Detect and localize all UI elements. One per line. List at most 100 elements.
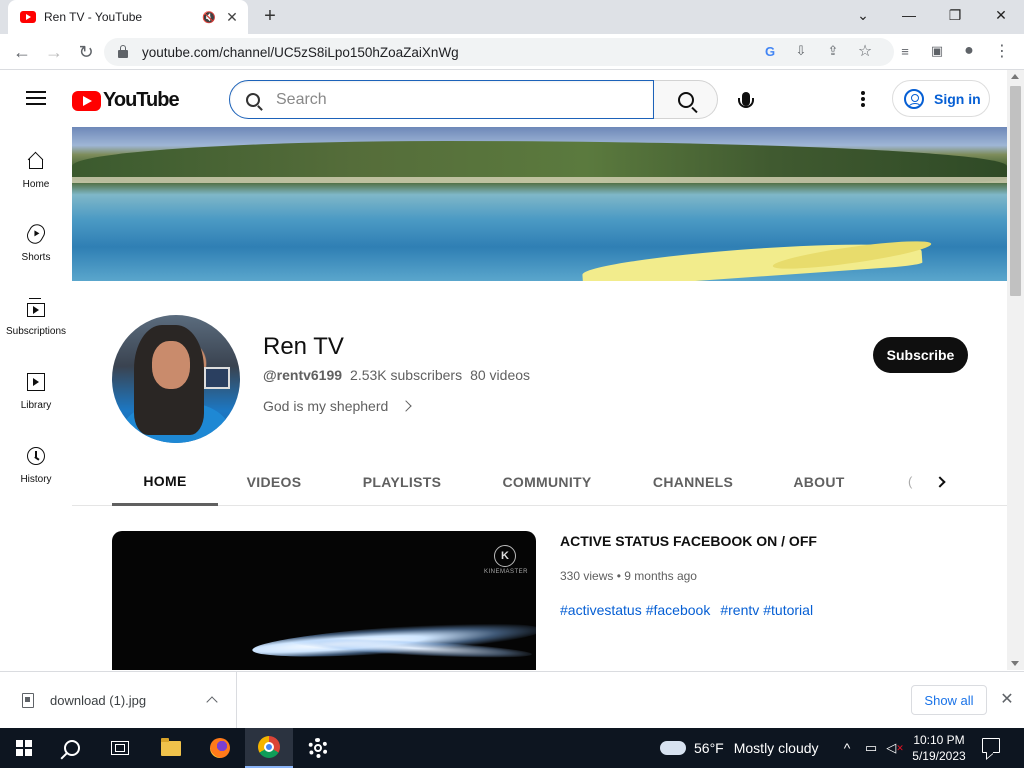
tab-about[interactable]: ABOUT: [784, 458, 854, 506]
scroll-down-arrow-icon[interactable]: [1011, 661, 1019, 666]
banner-shoreline: [72, 177, 1007, 183]
minimize-button[interactable]: —: [886, 0, 932, 30]
sign-in-button[interactable]: Sign in: [892, 80, 990, 117]
channel-description[interactable]: God is my shepherd: [263, 398, 412, 414]
tab-videos[interactable]: VIDEOS: [234, 458, 314, 506]
start-button[interactable]: [0, 728, 48, 768]
windows-taskbar: 56°F Mostly cloudy ^ ▭ ◁ ✕ 10:10 PM 5/19/…: [0, 728, 1024, 768]
profile-icon[interactable]: ●: [959, 41, 979, 61]
subscribe-button[interactable]: Subscribe: [873, 337, 968, 373]
show-all-downloads-button[interactable]: Show all: [911, 685, 987, 715]
shorts-icon-wrap: [24, 221, 48, 247]
featured-video-title[interactable]: ACTIVE STATUS FACEBOOK ON / OFF: [560, 533, 817, 549]
avatar-background-screen: [204, 367, 230, 389]
channel-tabs: HOME VIDEOS PLAYLISTS COMMUNITY CHANNELS…: [72, 458, 1007, 506]
reading-list-icon[interactable]: ≡: [895, 41, 915, 61]
page-scrollbar[interactable]: [1007, 70, 1024, 670]
hashtag-link[interactable]: #rentv: [720, 602, 759, 618]
guide-menu-icon[interactable]: [26, 91, 46, 105]
search-input[interactable]: [276, 90, 616, 109]
tab-community[interactable]: COMMUNITY: [492, 458, 602, 506]
notification-center-icon[interactable]: [982, 738, 1000, 753]
youtube-logo[interactable]: YouTube: [72, 89, 180, 112]
featured-video-player[interactable]: K KINEMASTER: [112, 531, 536, 670]
youtube-play-icon: [72, 90, 101, 111]
browser-tab[interactable]: Ren TV - YouTube 🔇 ✕: [8, 0, 248, 34]
back-button[interactable]: ←: [10, 40, 34, 64]
taskbar-search-button[interactable]: [48, 728, 96, 768]
file-explorer-button[interactable]: [147, 728, 195, 768]
hashtag-link[interactable]: #facebook: [646, 602, 711, 618]
avatar-face: [152, 341, 190, 389]
scrollbar-thumb[interactable]: [1010, 86, 1021, 296]
task-view-button[interactable]: [96, 728, 144, 768]
featured-video-hashtags: #activestatus #facebook #rentv #tutorial: [560, 602, 813, 618]
settings-menu-button[interactable]: [856, 89, 870, 109]
network-icon[interactable]: ▭: [860, 728, 882, 768]
share-icon[interactable]: ⇪: [823, 41, 843, 61]
url-text[interactable]: youtube.com/channel/UC5zS8iLpo150hZoaZai…: [142, 45, 459, 60]
guide-item-label: Subscriptions: [5, 326, 67, 337]
side-panel-icon[interactable]: ▣: [927, 41, 947, 61]
dot-icon: [861, 97, 865, 101]
close-window-button[interactable]: ✕: [978, 0, 1024, 30]
dot-icon: [861, 103, 865, 107]
firefox-button[interactable]: [196, 728, 244, 768]
meta-separator: •: [616, 569, 621, 583]
hashtag-link[interactable]: #tutorial: [763, 602, 813, 618]
guide-item-shorts[interactable]: Shorts: [0, 221, 72, 263]
channel-name: Ren TV: [263, 333, 344, 360]
chrome-button[interactable]: [245, 728, 293, 768]
star-icon[interactable]: ☆: [855, 41, 875, 61]
close-shelf-icon[interactable]: ✕: [996, 688, 1018, 710]
reload-button[interactable]: ↻: [74, 40, 98, 64]
forward-button[interactable]: →: [42, 40, 66, 64]
weather-widget[interactable]: 56°F Mostly cloudy: [660, 728, 819, 768]
channel-handle: @rentv6199: [263, 367, 343, 383]
guide-item-library[interactable]: Library: [0, 370, 72, 411]
lock-icon[interactable]: [118, 45, 128, 58]
search-button-icon: [677, 91, 694, 108]
guide-item-subscriptions[interactable]: Subscriptions: [0, 296, 72, 337]
tab-channels[interactable]: CHANNELS: [644, 458, 742, 506]
tab-close-icon[interactable]: ✕: [224, 9, 240, 26]
channel-avatar: [112, 315, 240, 443]
tabs-scroll-right-button[interactable]: [932, 474, 948, 490]
voice-search-button[interactable]: [733, 86, 759, 112]
guide-item-label: Shorts: [21, 252, 51, 263]
search-button[interactable]: [654, 80, 718, 119]
search-icon: [246, 92, 260, 107]
taskbar-clock[interactable]: 10:10 PM 5/19/2023: [906, 732, 972, 764]
guide-item-home[interactable]: Home: [0, 149, 72, 190]
hashtag-link[interactable]: #activestatus: [560, 602, 642, 618]
restore-button[interactable]: ❐: [932, 0, 978, 30]
channel-description-text: God is my shepherd: [263, 398, 389, 414]
install-icon[interactable]: ⇩: [791, 41, 811, 61]
guide-item-history[interactable]: History: [0, 444, 72, 485]
download-item[interactable]: download (1).jpg: [0, 672, 237, 728]
upload-age: 9 months ago: [624, 569, 697, 583]
tab-playlists[interactable]: PLAYLISTS: [352, 458, 452, 506]
settings-button[interactable]: [294, 728, 342, 768]
folder-icon: [161, 737, 181, 756]
browser-toolbar: ← → ↻ youtube.com/channel/UC5zS8iLpo150h…: [0, 34, 1024, 70]
tab-search-chevron-icon[interactable]: ⌄: [840, 0, 886, 30]
scroll-up-arrow-icon[interactable]: [1011, 74, 1019, 79]
weather-description: Mostly cloudy: [733, 740, 819, 756]
chrome-icon: [258, 736, 280, 758]
tab-mute-icon[interactable]: 🔇: [202, 11, 216, 24]
windows-logo-icon: [16, 740, 32, 756]
microphone-icon: [738, 92, 754, 108]
search-box[interactable]: [229, 80, 654, 119]
browser-menu-icon[interactable]: ⋮: [992, 41, 1012, 61]
new-tab-button[interactable]: +: [258, 5, 282, 28]
volume-muted-icon[interactable]: ◁ ✕: [884, 728, 906, 768]
chevron-up-icon[interactable]: [206, 696, 218, 708]
tab-home[interactable]: HOME: [112, 458, 218, 506]
tab-overflow: (: [908, 474, 913, 489]
tray-overflow-chevron-icon[interactable]: ^: [838, 728, 856, 768]
chevron-right-icon: [934, 476, 946, 488]
chevron-right-icon: [400, 400, 412, 412]
download-filename: download (1).jpg: [50, 692, 147, 708]
google-lens-icon[interactable]: G: [760, 41, 780, 61]
